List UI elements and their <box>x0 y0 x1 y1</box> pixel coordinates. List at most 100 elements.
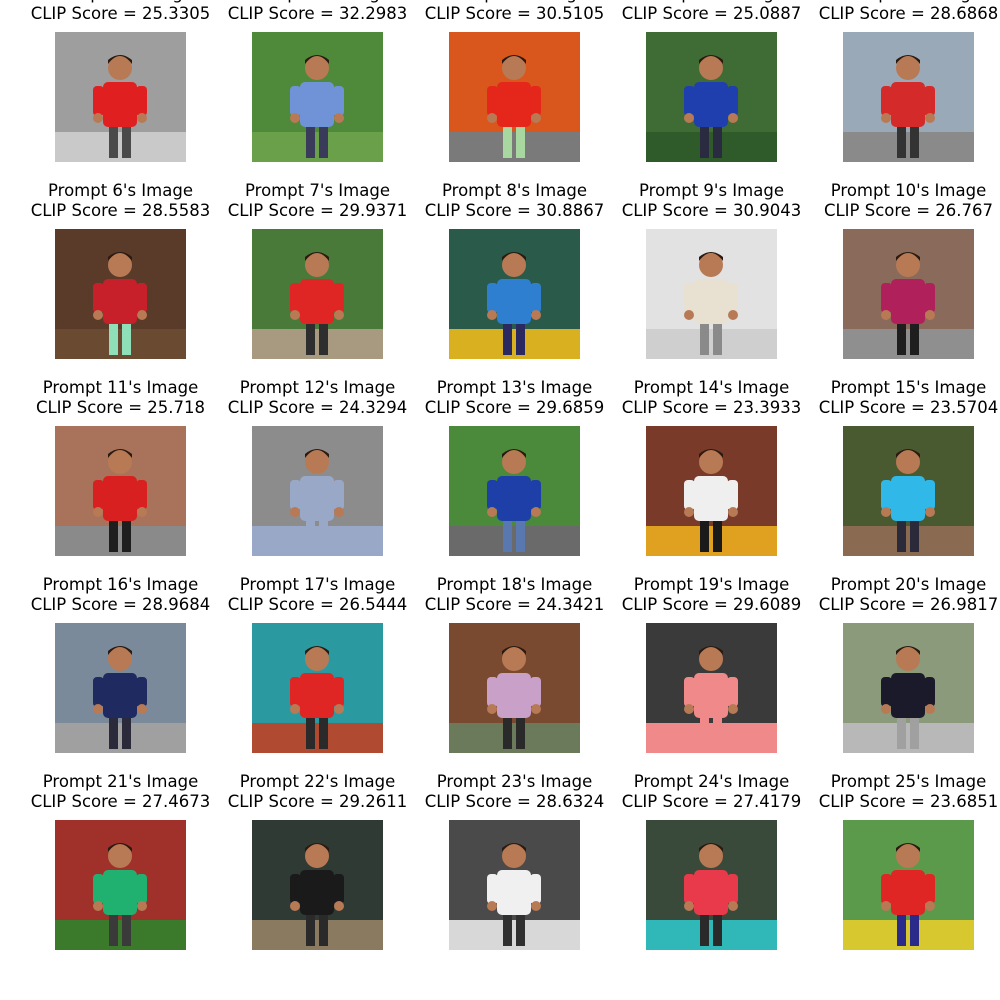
person-leg-left <box>700 715 709 749</box>
generated-image <box>646 623 777 753</box>
person-arm-left <box>93 677 104 707</box>
person-leg-left <box>700 518 709 552</box>
grid-panel: Prompt 2's ImageCLIP Score = 32.2983 <box>219 0 416 197</box>
person-arm-left <box>684 677 695 707</box>
thumbs-up-right-icon <box>531 113 541 123</box>
person-leg-left <box>109 715 118 749</box>
panel-title: Prompt 19's Image <box>633 575 790 594</box>
person-arm-left <box>487 677 498 707</box>
grid-panel: Prompt 18's Image CLIP Score = 24.3421 <box>416 575 613 788</box>
person-torso <box>300 82 334 127</box>
grid-panel: Prompt 13's Image CLIP Score = 29.6859 <box>416 378 613 591</box>
person-leg-right <box>122 518 131 552</box>
thumbs-up-left-icon <box>684 507 694 517</box>
thumbs-up-right-icon <box>137 704 147 714</box>
person-arm-left <box>290 874 301 904</box>
image-illustration <box>449 426 580 556</box>
thumbs-up-left-icon <box>684 901 694 911</box>
grid-panel: Prompt 22's Image CLIP Score = 29.2611 <box>219 772 416 985</box>
thumbs-up-right-icon <box>728 507 738 517</box>
panel-title: Prompt 15's Image <box>830 378 987 397</box>
person-leg-left <box>503 518 512 552</box>
grid-panel: Prompt 12's Image CLIP Score = 24.3294 <box>219 378 416 591</box>
thumbs-up-left-icon <box>684 704 694 714</box>
generated-image <box>252 426 383 556</box>
person-arm-right <box>136 86 147 116</box>
clip-score-label: CLIP Score = 24.3421 <box>424 595 605 614</box>
person-torso <box>300 870 334 915</box>
image-ground <box>55 329 186 359</box>
person-arm-left <box>93 480 104 510</box>
image-illustration <box>449 229 580 359</box>
person-arm-right <box>924 283 935 313</box>
person-leg-right <box>319 912 328 946</box>
thumbs-up-left-icon <box>684 113 694 123</box>
image-ground <box>843 132 974 162</box>
person-arm-left <box>684 86 695 116</box>
person-torso <box>891 870 925 915</box>
grid-panel: Prompt 8's Image CLIP Score = 30.8867 <box>416 181 613 394</box>
person-arm-right <box>924 677 935 707</box>
person-arm-left <box>290 86 301 116</box>
panel-title: Prompt 24's Image <box>633 772 790 791</box>
panel-title: Prompt 7's Image <box>245 181 390 200</box>
person-arm-left <box>684 874 695 904</box>
generated-image <box>55 32 186 162</box>
person-torso <box>103 279 137 324</box>
grid-panel: Prompt 19's Image CLIP Score = 29.6089 <box>613 575 810 788</box>
thumbs-up-right-icon <box>334 704 344 714</box>
thumbs-up-right-icon <box>334 113 344 123</box>
person-torso <box>497 82 531 127</box>
person-leg-left <box>503 321 512 355</box>
image-ground <box>646 329 777 359</box>
clip-score-label: CLIP Score = 28.6324 <box>424 792 605 811</box>
person-arm-right <box>136 480 147 510</box>
person-arm-right <box>136 677 147 707</box>
thumbs-up-right-icon <box>728 901 738 911</box>
image-ground <box>55 526 186 556</box>
generated-image <box>843 229 974 359</box>
thumbs-up-right-icon <box>334 901 344 911</box>
person-torso <box>103 82 137 127</box>
person-arm-right <box>333 480 344 510</box>
image-illustration <box>646 32 777 162</box>
panel-title: Prompt 14's Image <box>633 378 790 397</box>
image-illustration <box>843 229 974 359</box>
image-illustration <box>252 229 383 359</box>
thumbs-up-right-icon <box>137 310 147 320</box>
thumbs-up-right-icon <box>531 507 541 517</box>
person-leg-left <box>700 912 709 946</box>
person-arm-right <box>333 283 344 313</box>
clip-score-label: CLIP Score = 26.9817 <box>818 595 999 614</box>
image-ground <box>252 526 383 556</box>
image-illustration <box>252 32 383 162</box>
person-arm-left <box>684 283 695 313</box>
image-illustration <box>55 623 186 753</box>
person-leg-right <box>319 518 328 552</box>
person-arm-right <box>136 283 147 313</box>
person-leg-left <box>897 715 906 749</box>
thumbs-up-left-icon <box>290 704 300 714</box>
generated-image <box>252 32 383 162</box>
person-arm-right <box>333 677 344 707</box>
person-leg-right <box>516 715 525 749</box>
person-arm-left <box>290 480 301 510</box>
generated-image <box>646 820 777 950</box>
image-illustration <box>55 820 186 950</box>
person-arm-right <box>333 874 344 904</box>
thumbs-up-right-icon <box>334 310 344 320</box>
generated-image <box>55 820 186 950</box>
person-leg-left <box>109 321 118 355</box>
person-leg-right <box>122 715 131 749</box>
person-leg-right <box>516 321 525 355</box>
person-arm-right <box>727 874 738 904</box>
person-arm-left <box>93 874 104 904</box>
grid-panel: Prompt 4's ImageCLIP Score = 25.0887 <box>613 0 810 197</box>
generated-image <box>55 426 186 556</box>
image-illustration <box>55 229 186 359</box>
image-ground <box>646 723 777 753</box>
thumbs-up-right-icon <box>925 704 935 714</box>
person-leg-left <box>897 321 906 355</box>
person-torso <box>497 279 531 324</box>
person-arm-left <box>487 283 498 313</box>
